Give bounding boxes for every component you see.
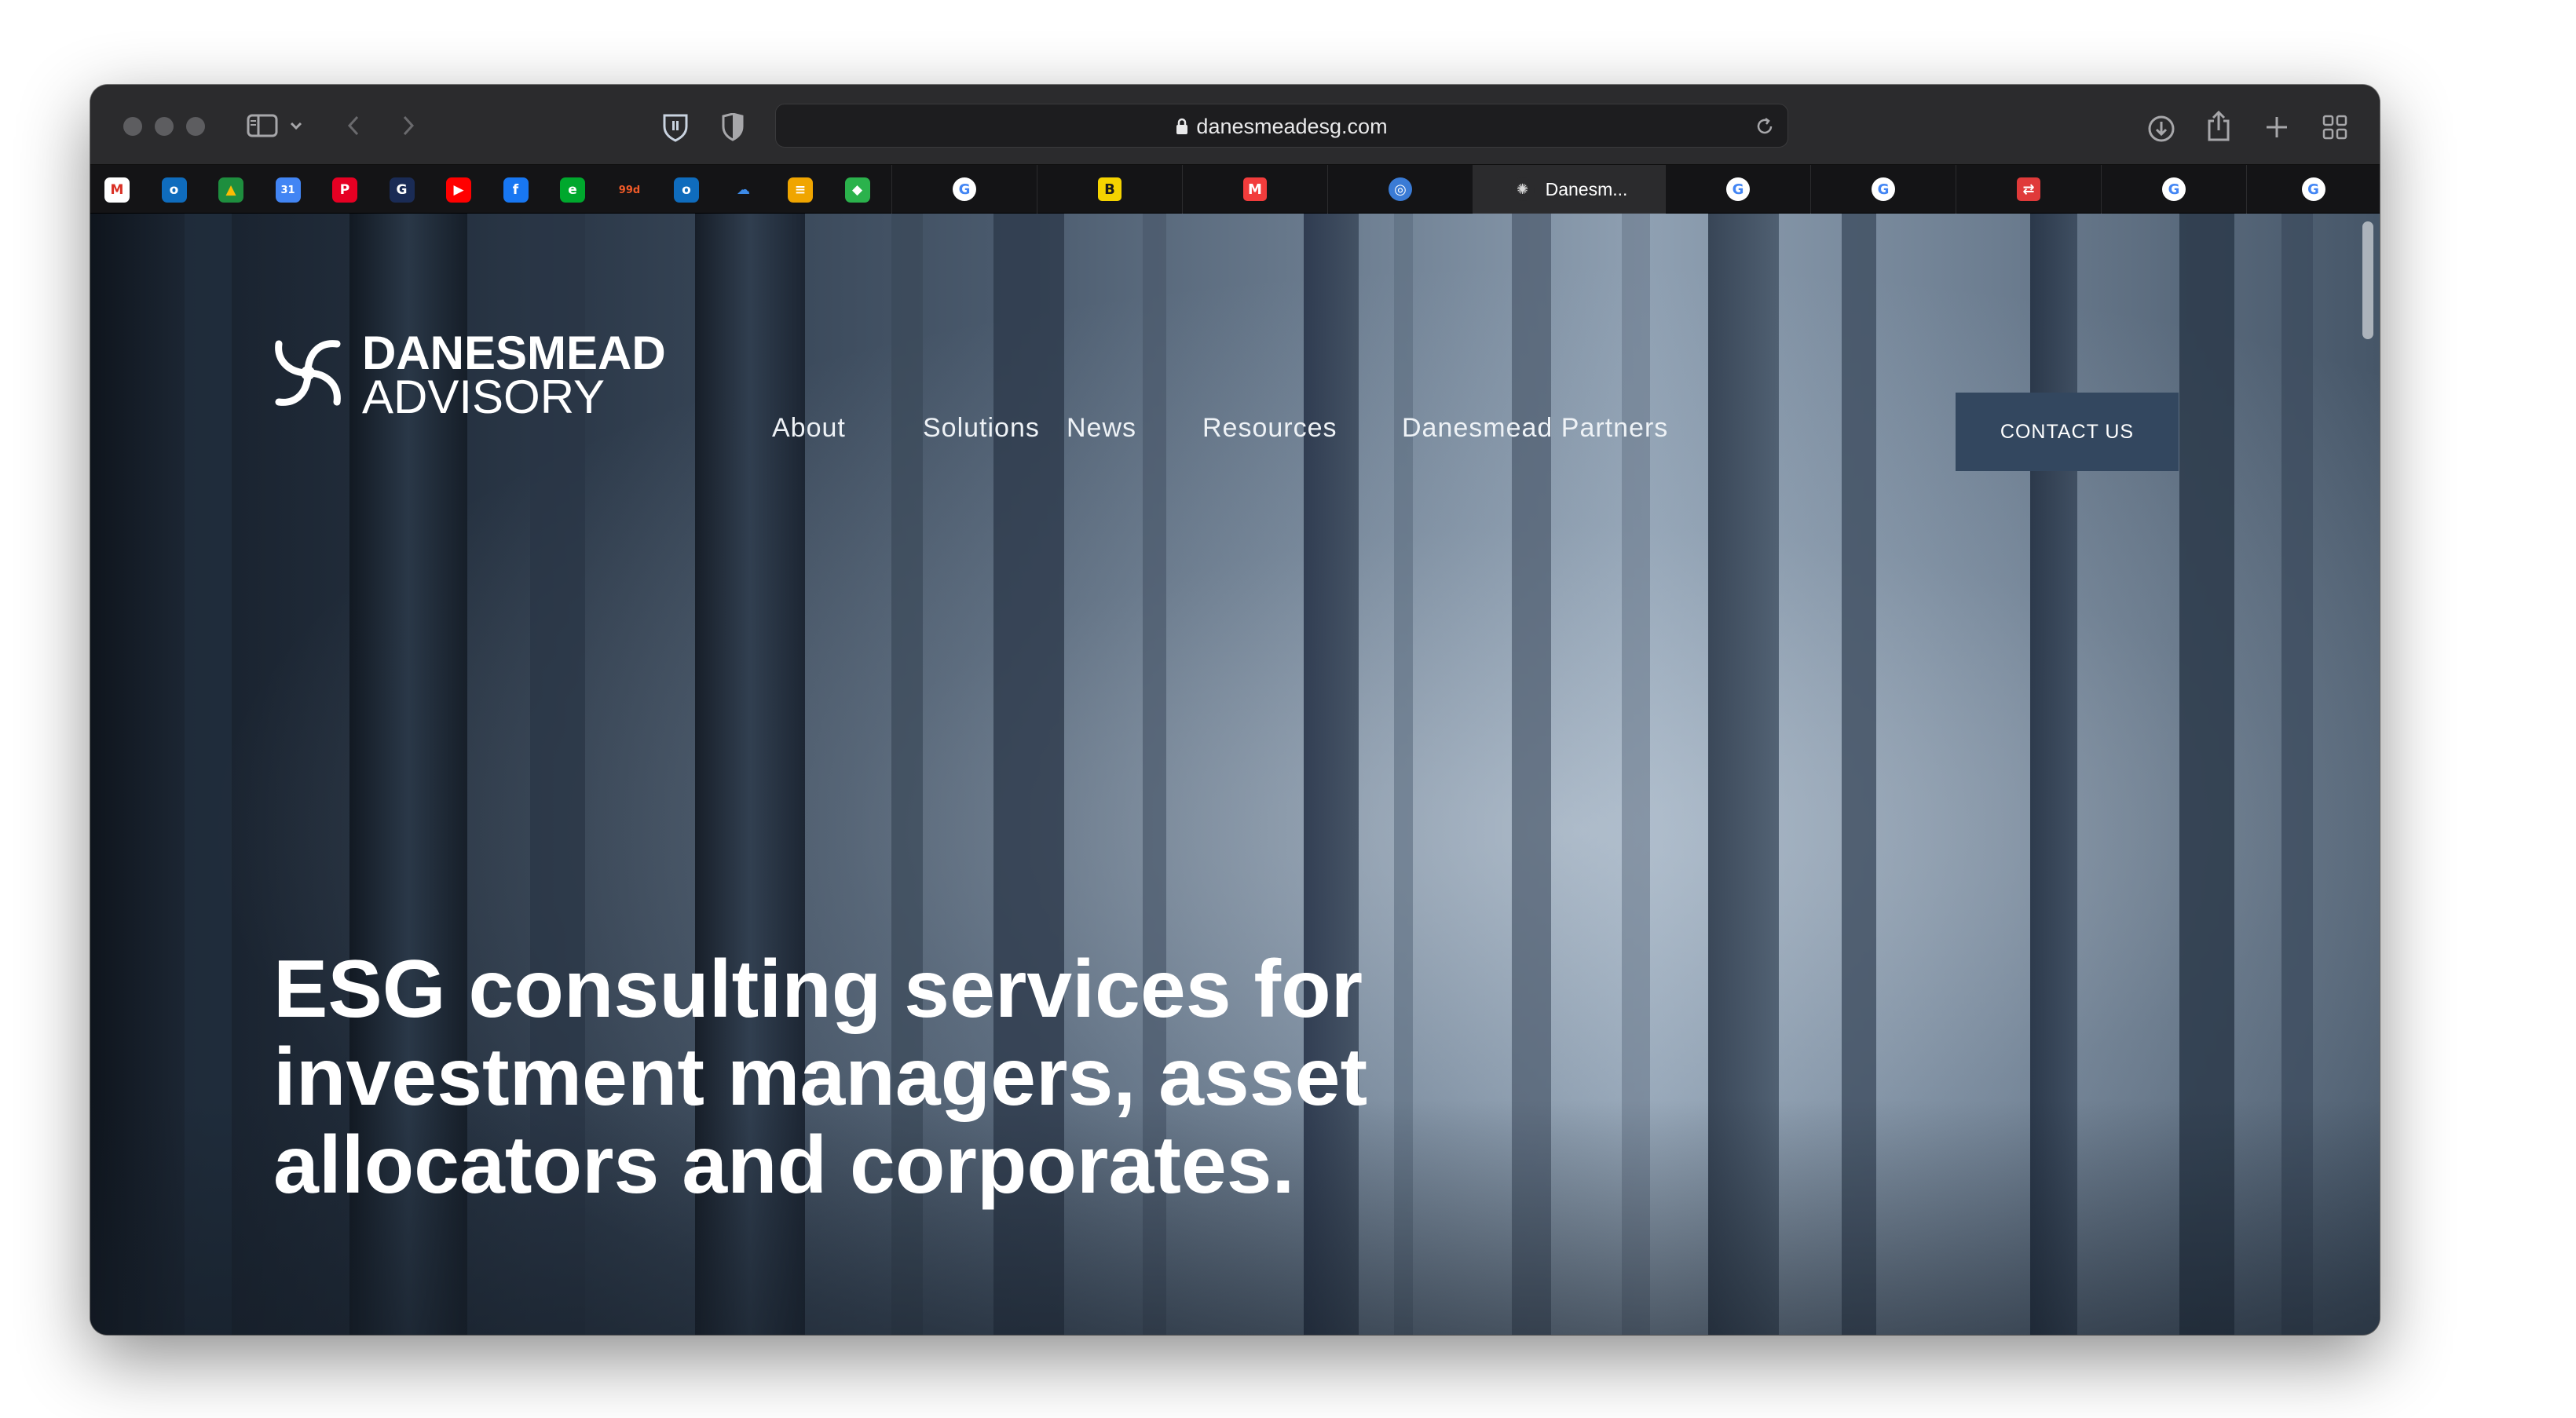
danesmead-swirl-icon: [265, 330, 351, 420]
new-tab-icon[interactable]: [2263, 113, 2291, 141]
99designs-icon[interactable]: 99d: [617, 177, 642, 203]
bitwarden-extension-icon[interactable]: [660, 111, 691, 143]
stack-icon[interactable]: ≡: [788, 177, 813, 203]
tab[interactable]: B: [1037, 165, 1182, 214]
pinterest-icon[interactable]: P: [332, 177, 357, 203]
evernote-icon[interactable]: e: [560, 177, 585, 203]
tab-active[interactable]: ✺ Danesm...: [1473, 165, 1665, 214]
page-scrollbar[interactable]: [2362, 221, 2373, 339]
tab[interactable]: G: [2101, 165, 2246, 214]
url-text: danesmeadesg.com: [776, 104, 1787, 148]
g-circle-icon[interactable]: G: [389, 177, 415, 203]
feedly-icon[interactable]: ◆: [844, 177, 870, 203]
youtube-icon[interactable]: ▶: [446, 177, 471, 203]
google-icon: G: [953, 177, 976, 201]
contact-us-button[interactable]: CONTACT US: [1956, 393, 2179, 471]
forward-icon[interactable]: [397, 111, 420, 140]
browser-toolbar: danesmeadesg.com: [90, 85, 2380, 165]
webpage-hero: DANESMEAD ADVISORY About Solutions News …: [90, 214, 2380, 1335]
app-icon: ⇄: [2017, 177, 2040, 201]
back-icon[interactable]: [342, 111, 365, 140]
danesmead-icon: ✺: [1510, 177, 1535, 201]
outlook-icon[interactable]: o: [161, 177, 187, 203]
logo-wordmark: DANESMEAD ADVISORY: [362, 326, 666, 423]
tab-bar: Mo ▲ 31 P G ▶ f e 99d o ☁ ≡ ◆ G B M ◎ ✺ Danesm... G G ⇄ G G: [90, 165, 2380, 214]
facebook-icon[interactable]: f: [503, 177, 529, 203]
chevron-down-icon[interactable]: [288, 116, 304, 135]
logo-line1: DANESMEAD: [362, 326, 666, 379]
google-icon: G: [1872, 177, 1895, 201]
tab[interactable]: G: [2246, 165, 2380, 214]
nav-solutions[interactable]: Solutions: [923, 413, 1040, 444]
outlook-icon-2[interactable]: o: [674, 177, 699, 203]
tab-overview-icon[interactable]: [2321, 113, 2349, 141]
close-window-button[interactable]: [123, 117, 142, 136]
google-drive-icon[interactable]: ▲: [218, 177, 243, 203]
reload-icon[interactable]: [1753, 115, 1776, 138]
zoom-window-button[interactable]: [186, 117, 205, 136]
browser-window: danesmeadesg.com Mo ▲ 31 P G ▶ f e 99d o ☁ ≡ ◆ G B M ◎ ✺…: [90, 85, 2380, 1335]
onedrive-icon[interactable]: ☁: [730, 177, 756, 203]
tab-title: Danesm...: [1545, 178, 1628, 199]
share-icon[interactable]: [2203, 108, 2234, 143]
site-logo[interactable]: DANESMEAD ADVISORY: [265, 326, 666, 423]
mixmax-icon: M: [1243, 177, 1267, 201]
google-icon: G: [2162, 177, 2186, 201]
sidebar-toggle-icon[interactable]: [244, 111, 280, 140]
minimize-window-button[interactable]: [155, 117, 174, 136]
downloads-icon[interactable]: [2146, 113, 2177, 144]
hero-headline: ESG consulting services for investment m…: [273, 944, 1368, 1211]
google-calendar-icon[interactable]: 31: [275, 177, 301, 203]
tab[interactable]: ◎: [1327, 165, 1473, 214]
google-icon: G: [2301, 177, 2325, 201]
tab[interactable]: ⇄: [1956, 165, 2101, 214]
basecamp-icon: B: [1098, 177, 1122, 201]
tab[interactable]: G: [1810, 165, 1956, 214]
logo-line2: ADVISORY: [362, 370, 605, 423]
google-icon: G: [1726, 177, 1750, 201]
nav-danesmead-partners[interactable]: Danesmead Partners: [1402, 413, 1668, 444]
gmail-icon[interactable]: M: [104, 177, 130, 203]
privacy-shield-icon[interactable]: [719, 111, 747, 143]
target-icon: ◎: [1389, 177, 1412, 201]
lock-icon: [1176, 118, 1188, 135]
tab[interactable]: G: [1665, 165, 1810, 214]
nav-about[interactable]: About: [772, 413, 846, 444]
tab[interactable]: G: [891, 165, 1037, 214]
nav-news[interactable]: News: [1067, 413, 1136, 444]
url-label: danesmeadesg.com: [1196, 114, 1388, 138]
nav-resources[interactable]: Resources: [1202, 413, 1337, 444]
address-bar[interactable]: danesmeadesg.com: [775, 104, 1788, 148]
tab[interactable]: M: [1182, 165, 1327, 214]
